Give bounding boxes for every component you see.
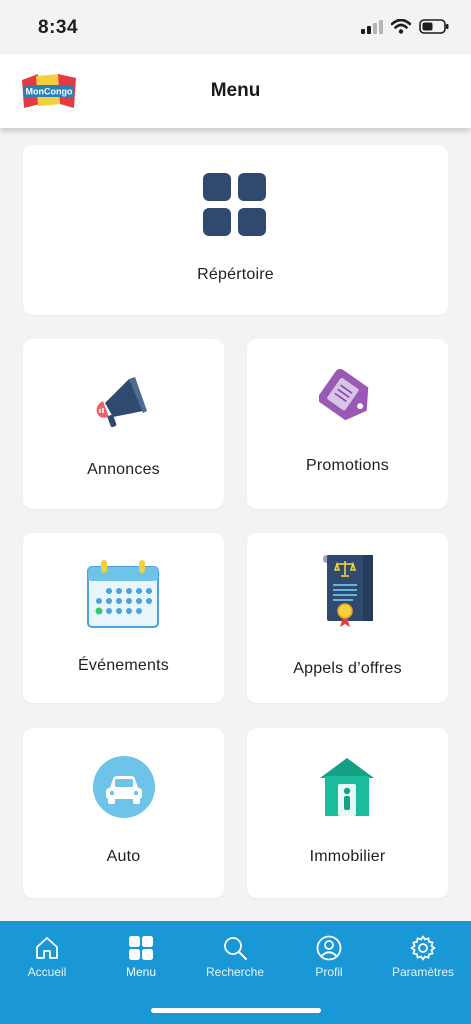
- menu-card-label: Événements: [78, 657, 169, 674]
- search-icon: [224, 937, 247, 960]
- gear-icon: [410, 935, 436, 961]
- tab-label: Profil: [315, 965, 343, 979]
- menu-card-repertoire[interactable]: Répértoire: [23, 145, 448, 315]
- tab-profil[interactable]: Profil: [282, 921, 376, 983]
- status-time: 8:34: [38, 17, 79, 38]
- cellular-signal-icon: [361, 19, 383, 34]
- tab-recherche[interactable]: Recherche: [188, 921, 282, 983]
- menu-card-label: Immobilier: [309, 848, 386, 865]
- page-title: Menu: [210, 80, 261, 101]
- tab-label: Accueil: [27, 965, 67, 979]
- user-icon: [316, 935, 342, 961]
- car-icon: [93, 756, 155, 818]
- tab-label: Menu: [125, 965, 157, 979]
- menu-card-label: Appels d’offres: [293, 660, 402, 677]
- house-icon: [320, 758, 374, 816]
- home-indicator: [151, 1008, 321, 1013]
- tab-label: Paramètres: [391, 965, 455, 979]
- menu-card-auto[interactable]: Auto: [23, 728, 224, 898]
- menu-card-label: Auto: [106, 848, 141, 865]
- menu-card-evenements[interactable]: Événements: [23, 533, 224, 703]
- menu-card-promotions[interactable]: Promotions: [247, 339, 448, 509]
- menu-card-label: Annonces: [87, 461, 160, 478]
- grid-icon: [203, 173, 266, 236]
- price-tag-icon: [319, 369, 369, 421]
- app-header: MonCongo Menu: [0, 54, 471, 128]
- tab-accueil[interactable]: Accueil: [0, 921, 94, 983]
- megaphone-icon: [96, 373, 147, 428]
- status-icons: [361, 19, 449, 34]
- wifi-icon: [391, 19, 411, 34]
- home-icon: [36, 937, 58, 959]
- battery-icon: [419, 19, 449, 34]
- menu-card-annonces[interactable]: Annonces: [23, 339, 224, 509]
- menu-card-label: Répértoire: [197, 266, 274, 283]
- calendar-icon: [87, 560, 159, 628]
- tab-parametres[interactable]: Paramètres: [376, 921, 470, 983]
- tab-menu[interactable]: Menu: [94, 921, 188, 983]
- document-scroll-icon: [323, 555, 373, 627]
- menu-card-appels-offres[interactable]: Appels d’offres: [247, 533, 448, 703]
- grid-icon: [129, 936, 153, 960]
- menu-card-label: Promotions: [306, 457, 389, 474]
- status-bar: 8:34: [0, 0, 471, 54]
- menu-card-immobilier[interactable]: Immobilier: [247, 728, 448, 898]
- tab-label: Recherche: [205, 965, 265, 979]
